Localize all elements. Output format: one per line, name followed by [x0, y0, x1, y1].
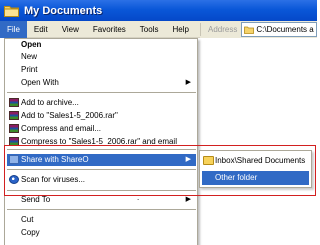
- menu-item-open-with[interactable]: Open With ▶: [7, 77, 196, 88]
- menu-item-scan-for-viruses[interactable]: Scan for viruses...: [7, 174, 196, 185]
- winrar-icon: [9, 137, 19, 146]
- menu-separator: [7, 169, 196, 170]
- menu-item-print[interactable]: Print: [7, 64, 196, 75]
- menu-separator: [7, 92, 196, 93]
- menu-item-share-with-shareo[interactable]: Share with ShareO ▶: [7, 154, 196, 166]
- submenu-item-other-folder[interactable]: Other folder: [202, 171, 309, 185]
- menu-item-open[interactable]: Open: [7, 39, 196, 50]
- menu-separator: [7, 209, 196, 210]
- file-view-pane: [200, 38, 317, 245]
- menu-item-cut[interactable]: Cut: [7, 214, 196, 225]
- submenu-arrow-icon: ▶: [185, 196, 191, 203]
- submenu-arrow-icon: ▶: [185, 79, 191, 86]
- title-bar[interactable]: My Documents: [0, 0, 317, 21]
- menu-item-compress-to-rar-email[interactable]: Compress to "Sales1-5_2006.rar" and emai…: [7, 136, 196, 147]
- window-title: My Documents: [24, 4, 103, 17]
- address-field[interactable]: C:\Documents a: [241, 22, 317, 37]
- folder-icon: [244, 26, 255, 34]
- folder-icon: [4, 4, 19, 17]
- menu-edit[interactable]: Edit: [27, 21, 55, 38]
- share-icon: [9, 155, 19, 164]
- menu-item-copy[interactable]: Copy: [7, 227, 196, 238]
- address-value: C:\Documents a: [256, 25, 314, 34]
- folder-icon: [203, 156, 214, 165]
- send-to-dot: .: [137, 193, 140, 202]
- file-menu: Open New Print Open With ▶ Add to archiv…: [4, 38, 198, 245]
- menu-favorites[interactable]: Favorites: [86, 21, 133, 38]
- menu-file[interactable]: File: [0, 20, 27, 38]
- scan-icon: [9, 175, 19, 184]
- menu-item-add-to-rar[interactable]: Add to "Sales1-5_2006.rar": [7, 110, 196, 121]
- winrar-icon: [9, 124, 19, 133]
- menu-view[interactable]: View: [55, 21, 86, 38]
- shareo-submenu: Inbox\Shared Documents Other folder: [199, 150, 312, 188]
- menu-item-send-to[interactable]: Send To . ▶: [7, 193, 196, 205]
- menu-help[interactable]: Help: [165, 21, 195, 38]
- menu-item-new[interactable]: New: [7, 51, 196, 62]
- address-bar: Address C:\Documents a: [200, 21, 317, 38]
- winrar-icon: [9, 98, 19, 107]
- address-label: Address: [200, 23, 241, 36]
- menu-tools[interactable]: Tools: [133, 21, 166, 38]
- submenu-arrow-icon: ▶: [185, 156, 191, 163]
- submenu-item-inbox-shared[interactable]: Inbox\Shared Documents: [202, 154, 309, 168]
- menu-item-compress-email[interactable]: Compress and email...: [7, 123, 196, 134]
- winrar-icon: [9, 111, 19, 120]
- menu-separator: [7, 149, 196, 150]
- menu-item-add-to-archive[interactable]: Add to archive...: [7, 97, 196, 108]
- menu-separator: [7, 190, 196, 191]
